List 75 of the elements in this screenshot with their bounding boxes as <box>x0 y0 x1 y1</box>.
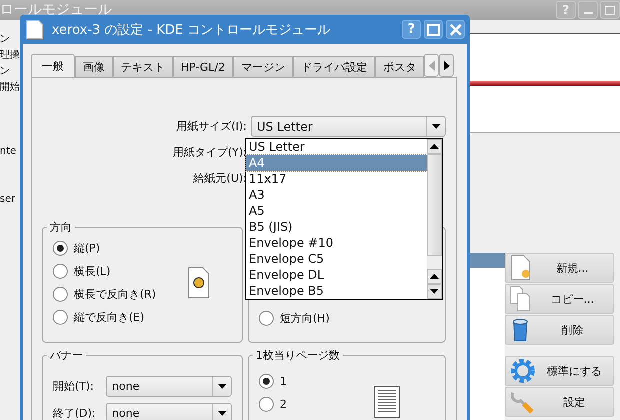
field-label: 給紙元(U): <box>192 171 248 186</box>
banner-dropdown[interactable]: none <box>106 403 232 420</box>
tab[interactable]: HP-GL/2 <box>173 56 234 77</box>
tab[interactable]: 画像 <box>75 56 113 77</box>
field-label: 開始(T): <box>53 379 96 394</box>
group-title: 1枚当りページ数 <box>253 348 343 363</box>
banner-dropdown[interactable]: none <box>106 376 232 397</box>
field-label: 終了(D): <box>53 406 97 420</box>
side-text: nte <box>0 146 18 159</box>
field-label: 用紙サイズ(I): <box>175 119 248 134</box>
paper-size-dropdown[interactable]: US Letter <box>251 116 446 137</box>
new-document-icon <box>510 255 532 281</box>
radio-label: 1 <box>280 375 287 388</box>
radio-button[interactable] <box>53 240 68 256</box>
tab[interactable]: テキスト <box>113 56 173 77</box>
page-layout-icon <box>374 386 400 418</box>
radio-label: 横長(L) <box>74 264 111 278</box>
side-text: ン <box>0 33 11 47</box>
right-arrow-icon <box>444 60 450 70</box>
list-item[interactable]: Envelope #10 <box>246 235 427 251</box>
action-button[interactable]: 設定 <box>505 387 614 417</box>
radio-button[interactable] <box>53 286 68 302</box>
tab[interactable]: ポスタ <box>375 56 424 77</box>
up-arrow-icon <box>430 144 439 149</box>
radio-button[interactable] <box>259 310 274 326</box>
gear-icon <box>510 358 536 384</box>
group-title: 方向 <box>47 220 75 235</box>
copy-icon <box>510 286 532 312</box>
document-icon <box>26 20 44 40</box>
list-item[interactable]: A3 <box>246 187 427 203</box>
group-title: バナー <box>47 348 86 363</box>
radio-label: 縦で反向き(E) <box>74 310 145 324</box>
side-text: 開始 <box>0 81 20 95</box>
page-preview-icon <box>188 266 210 298</box>
window-title: ロールモジュール <box>0 1 112 19</box>
radio-label: 縦(P) <box>74 240 100 256</box>
list-item[interactable]: Envelope B5 <box>246 283 427 299</box>
action-button[interactable]: 削除 <box>505 315 614 345</box>
tab[interactable]: マージン <box>233 56 294 77</box>
action-button[interactable]: 新規... <box>505 253 614 283</box>
dropdown-arrow-icon <box>218 411 226 416</box>
field-label: 用紙タイプ(Y): <box>172 145 248 160</box>
list-item[interactable]: US Letter <box>246 139 427 155</box>
down-arrow-icon <box>430 289 439 294</box>
radio-button[interactable] <box>259 374 274 389</box>
left-arrow-icon <box>428 60 435 70</box>
close-icon <box>450 24 462 36</box>
radio-label: 短方向(H) <box>280 310 330 326</box>
action-button[interactable]: 標準にする <box>505 356 614 386</box>
list-item[interactable]: A5 <box>246 203 427 219</box>
side-text: 理操 <box>0 49 20 63</box>
list-item[interactable]: Envelope C5 <box>246 251 427 267</box>
maximize-button[interactable] <box>600 1 620 19</box>
scroll-tabs-button[interactable] <box>439 54 454 77</box>
side-text: ン <box>0 65 11 79</box>
action-button[interactable]: コピー... <box>505 284 614 314</box>
dropdown-arrow-icon <box>218 384 226 389</box>
list-item[interactable]: 11x17 <box>246 171 427 187</box>
radio-label: 2 <box>280 398 287 411</box>
list-item[interactable]: Envelope DL <box>246 267 427 283</box>
radio-button[interactable] <box>259 397 274 412</box>
minimize-button[interactable] <box>578 1 598 19</box>
side-text: ser <box>0 194 16 207</box>
tab[interactable]: ドライバ設定 <box>293 56 376 77</box>
dropdown-arrow-icon <box>432 124 440 129</box>
radio-label: 横長で反向き(R) <box>74 286 156 302</box>
window-title: xerox-3 の設定 - KDE コントロールモジュール <box>52 22 332 38</box>
scrollbar[interactable] <box>427 139 442 299</box>
radio-button[interactable] <box>53 264 68 278</box>
up-arrow-icon <box>430 274 439 279</box>
tab[interactable]: 一般 <box>31 54 75 77</box>
close-button[interactable] <box>446 20 465 39</box>
list-item[interactable]: B5 (JIS) <box>246 219 427 235</box>
radio-button[interactable] <box>53 310 68 324</box>
maximize-button[interactable] <box>424 20 443 39</box>
